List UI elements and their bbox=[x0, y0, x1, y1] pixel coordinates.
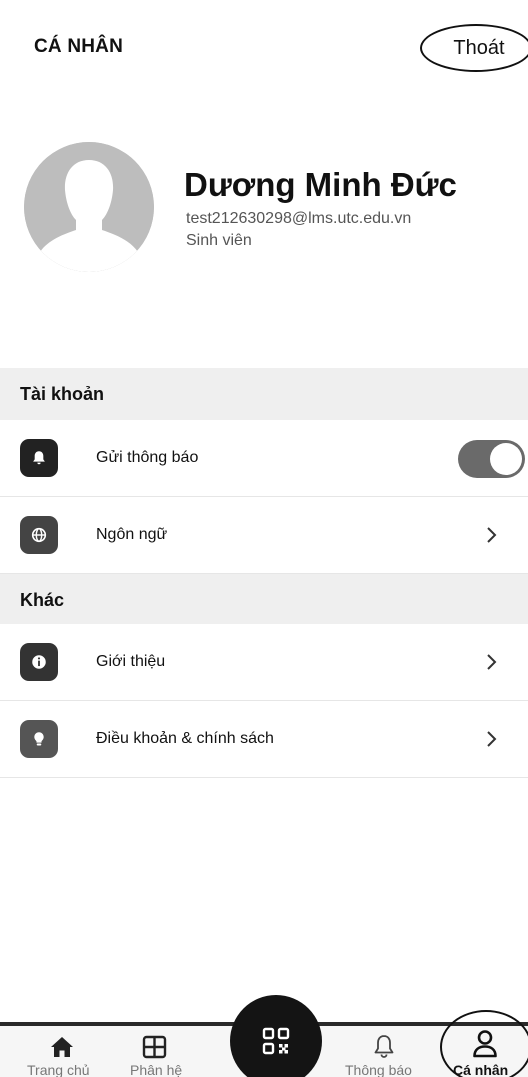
profile-email: test212630298@lms.utc.edu.vn bbox=[186, 210, 412, 227]
page-title: CÁ NHÂN bbox=[34, 36, 124, 57]
tab-label-modules: Phân hệ bbox=[130, 1062, 183, 1077]
tab-label-home: Trang chủ bbox=[27, 1062, 90, 1077]
info-icon bbox=[20, 643, 58, 681]
terms-policy-row[interactable]: Điều khoản & chính sách bbox=[0, 701, 528, 778]
toggle-knob bbox=[490, 443, 522, 475]
bell-icon bbox=[20, 439, 58, 477]
profile-name: Dương Minh Đức bbox=[184, 166, 457, 203]
terms-policy-label: Điều khoản & chính sách bbox=[96, 730, 274, 747]
active-tab-highlight bbox=[440, 1010, 528, 1077]
avatar bbox=[24, 142, 154, 272]
language-setting-row[interactable]: Ngôn ngữ bbox=[0, 497, 528, 574]
grid-icon bbox=[142, 1035, 167, 1059]
globe-icon bbox=[20, 516, 58, 554]
chevron-right-icon bbox=[487, 731, 497, 747]
chevron-right-icon bbox=[487, 527, 497, 543]
tab-modules[interactable]: Phân hệ bbox=[125, 1026, 200, 1077]
section-header-other: Khác bbox=[0, 574, 528, 626]
notification-toggle[interactable] bbox=[458, 440, 525, 478]
logout-button[interactable]: Thoát bbox=[420, 24, 528, 72]
home-icon bbox=[51, 1037, 73, 1057]
language-setting-label: Ngôn ngữ bbox=[96, 526, 168, 543]
bell-icon bbox=[374, 1035, 394, 1058]
tab-label-notifications: Thông báo bbox=[345, 1062, 412, 1077]
notification-setting-label: Gửi thông báo bbox=[96, 449, 199, 466]
about-label: Giới thiệu bbox=[96, 653, 166, 670]
tab-home[interactable]: Trang chủ bbox=[20, 1026, 105, 1077]
header: CÁ NHÂN Thoát bbox=[0, 0, 528, 95]
qr-scan-icon bbox=[262, 1027, 290, 1055]
notification-setting-row: Gửi thông báo bbox=[0, 420, 528, 497]
profile-card: Dương Minh Đức test212630298@lms.utc.edu… bbox=[0, 140, 528, 272]
profile-role: Sinh viên bbox=[186, 232, 252, 249]
chevron-right-icon bbox=[487, 654, 497, 670]
lightbulb-icon bbox=[20, 720, 58, 758]
about-row[interactable]: Giới thiệu bbox=[0, 624, 528, 701]
tab-notifications[interactable]: Thông báo bbox=[335, 1026, 430, 1077]
person-silhouette-icon bbox=[24, 142, 154, 272]
qr-scan-button[interactable] bbox=[230, 995, 322, 1077]
section-header-account: Tài khoản bbox=[0, 368, 528, 420]
